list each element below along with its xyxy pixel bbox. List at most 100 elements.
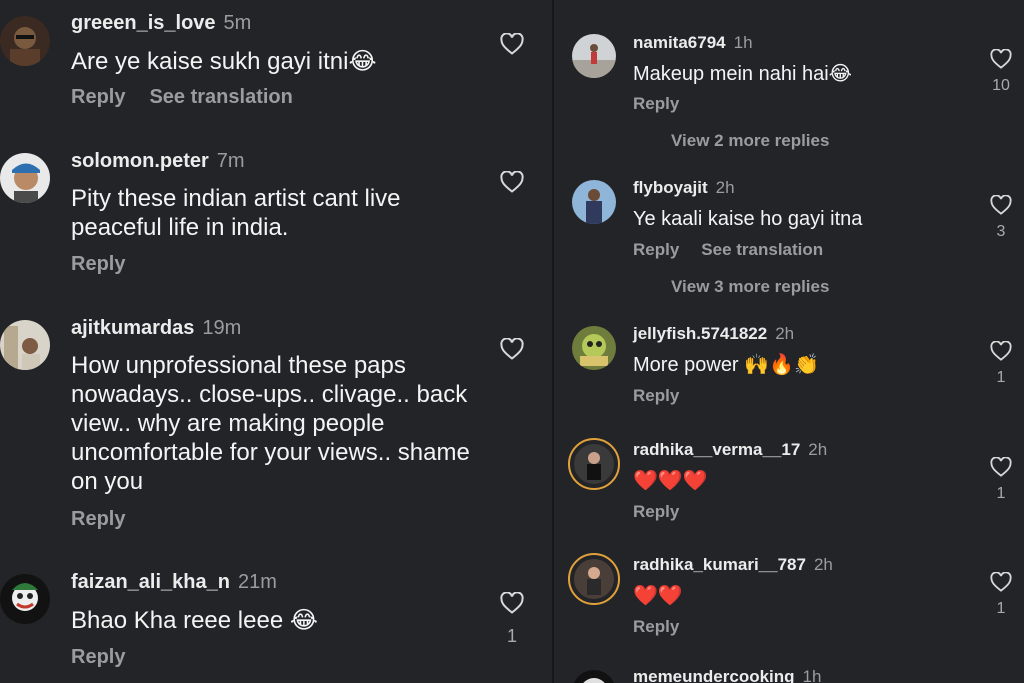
comment-actions: Reply — [633, 617, 701, 637]
comment-item: radhika_kumari__787 2h ❤️❤️ Reply 1 — [554, 547, 1024, 657]
username[interactable]: ajitkumardas — [71, 317, 194, 339]
comment-item: jellyfish.5741822 2h More power 🙌🔥👏 Reply… — [554, 316, 1024, 426]
timestamp: 5m — [223, 12, 252, 34]
comment-actions: Reply — [633, 94, 701, 114]
see-translation-button[interactable]: See translation — [701, 240, 823, 259]
comment-actions: Reply See translation — [633, 240, 845, 260]
timestamp: 2h — [715, 178, 735, 197]
reply-button[interactable]: Reply — [71, 86, 125, 108]
timestamp: 2h — [775, 324, 795, 343]
like-button[interactable] — [498, 171, 526, 205]
comment-text: More power 🙌🔥👏 — [633, 354, 819, 376]
comment-actions: Reply — [633, 502, 701, 522]
username[interactable]: flyboyajit — [633, 178, 708, 197]
comment-text: Ye kaali kaise ho gayi itna — [633, 208, 863, 230]
comment-actions: Reply See translation — [71, 86, 317, 109]
like-button[interactable]: 1 — [498, 592, 526, 647]
comment-item: faizan_ali_kha_n 21m Bhao Kha reee leee 😂… — [0, 560, 552, 683]
avatar[interactable] — [572, 180, 616, 224]
comment-meta: greeen_is_love 5m — [71, 12, 251, 35]
like-button[interactable] — [498, 338, 526, 372]
reply-button[interactable]: Reply — [633, 617, 679, 636]
comment-meta: jellyfish.5741822 2h — [633, 324, 794, 344]
comment-text: ❤️❤️ — [633, 585, 683, 607]
avatar-with-story-ring[interactable] — [568, 438, 620, 490]
username[interactable]: solomon.peter — [71, 150, 209, 172]
reply-button[interactable]: Reply — [633, 94, 679, 113]
comment-text: Are ye kaise sukh gayi itni😂 — [71, 48, 377, 75]
timestamp: 21m — [237, 571, 277, 593]
comment-item: radhika__verma__17 2h ❤️❤️❤️ Reply 1 — [554, 432, 1024, 542]
timestamp: 7m — [216, 150, 245, 172]
timestamp: 1h — [802, 667, 822, 683]
heart-outline-icon — [500, 171, 524, 193]
heart-outline-icon — [990, 195, 1012, 215]
username[interactable]: faizan_ali_kha_n — [71, 571, 230, 593]
heart-outline-icon — [990, 572, 1012, 592]
comment-meta: ajitkumardas 19m — [71, 317, 241, 340]
comment-meta: flyboyajit 2h — [633, 178, 735, 198]
comment-item: greeen_is_love 5m Are ye kaise sukh gayi … — [0, 0, 552, 120]
heart-outline-icon — [500, 338, 524, 360]
username[interactable]: jellyfish.5741822 — [633, 324, 767, 343]
comment-text: Pity these indian artist cant live peace… — [71, 185, 401, 241]
like-button[interactable] — [498, 33, 526, 67]
reply-button[interactable]: Reply — [71, 508, 125, 530]
heart-outline-icon — [500, 592, 524, 614]
username[interactable]: namita6794 — [633, 33, 726, 52]
comments-panel-right: namita6794 1h Makeup mein nahi hai😂 Reply… — [554, 0, 1024, 683]
reply-button[interactable]: Reply — [633, 502, 679, 521]
comment-text: ❤️❤️❤️ — [633, 470, 708, 492]
like-button[interactable]: 3 — [988, 195, 1014, 241]
view-more-replies-button[interactable]: View 3 more replies — [671, 277, 829, 297]
like-button[interactable]: 1 — [988, 341, 1014, 387]
avatar[interactable] — [0, 153, 50, 203]
comment-meta: faizan_ali_kha_n 21m — [71, 571, 277, 594]
comment-item: namita6794 1h Makeup mein nahi hai😂 Reply… — [554, 0, 1024, 160]
comment-text: Bhao Kha reee leee 😂 — [71, 607, 318, 634]
timestamp: 1h — [733, 33, 753, 52]
comment-item: memeundercooking 1h — [554, 662, 1024, 683]
comment-item: solomon.peter 7m Pity these indian artist… — [0, 140, 552, 280]
timestamp: 2h — [808, 440, 828, 459]
like-button[interactable]: 1 — [988, 457, 1014, 503]
avatar-with-story-ring[interactable] — [568, 553, 620, 605]
comment-text: Makeup mein nahi hai😂 — [633, 63, 853, 85]
username[interactable]: radhika_kumari__787 — [633, 555, 806, 574]
comment-meta: radhika_kumari__787 2h — [633, 555, 833, 575]
comment-item: ajitkumardas 19m How unprofessional these… — [0, 308, 552, 538]
reply-button[interactable]: Reply — [633, 386, 679, 405]
comment-actions: Reply — [71, 253, 149, 276]
avatar[interactable] — [0, 320, 50, 370]
reply-button[interactable]: Reply — [71, 253, 125, 275]
like-count: 1 — [996, 485, 1006, 502]
like-button[interactable]: 1 — [988, 572, 1014, 618]
avatar[interactable] — [0, 574, 50, 624]
comment-meta: radhika__verma__17 2h — [633, 440, 827, 460]
timestamp: 2h — [813, 555, 833, 574]
heart-outline-icon — [990, 457, 1012, 477]
avatar[interactable] — [0, 16, 50, 66]
like-button[interactable]: 10 — [988, 49, 1014, 95]
like-count: 3 — [996, 223, 1006, 240]
reply-button[interactable]: Reply — [71, 646, 125, 668]
reply-button[interactable]: Reply — [633, 240, 679, 259]
like-count: 10 — [992, 77, 1010, 94]
like-count: 1 — [996, 369, 1006, 386]
username[interactable]: greeen_is_love — [71, 12, 216, 34]
avatar[interactable] — [572, 34, 616, 78]
view-more-replies-button[interactable]: View 2 more replies — [671, 131, 829, 151]
heart-outline-icon — [990, 341, 1012, 361]
heart-outline-icon — [500, 33, 524, 55]
username[interactable]: memeundercooking — [633, 667, 795, 683]
comment-actions: Reply — [633, 386, 701, 406]
comment-actions: Reply — [71, 508, 149, 531]
comment-meta: namita6794 1h — [633, 33, 753, 53]
avatar[interactable] — [572, 670, 616, 683]
comment-item: flyboyajit 2h Ye kaali kaise ho gayi itna… — [554, 170, 1024, 310]
like-count: 1 — [996, 600, 1006, 617]
timestamp: 19m — [202, 317, 242, 339]
username[interactable]: radhika__verma__17 — [633, 440, 800, 459]
see-translation-button[interactable]: See translation — [149, 86, 292, 108]
avatar[interactable] — [572, 326, 616, 370]
